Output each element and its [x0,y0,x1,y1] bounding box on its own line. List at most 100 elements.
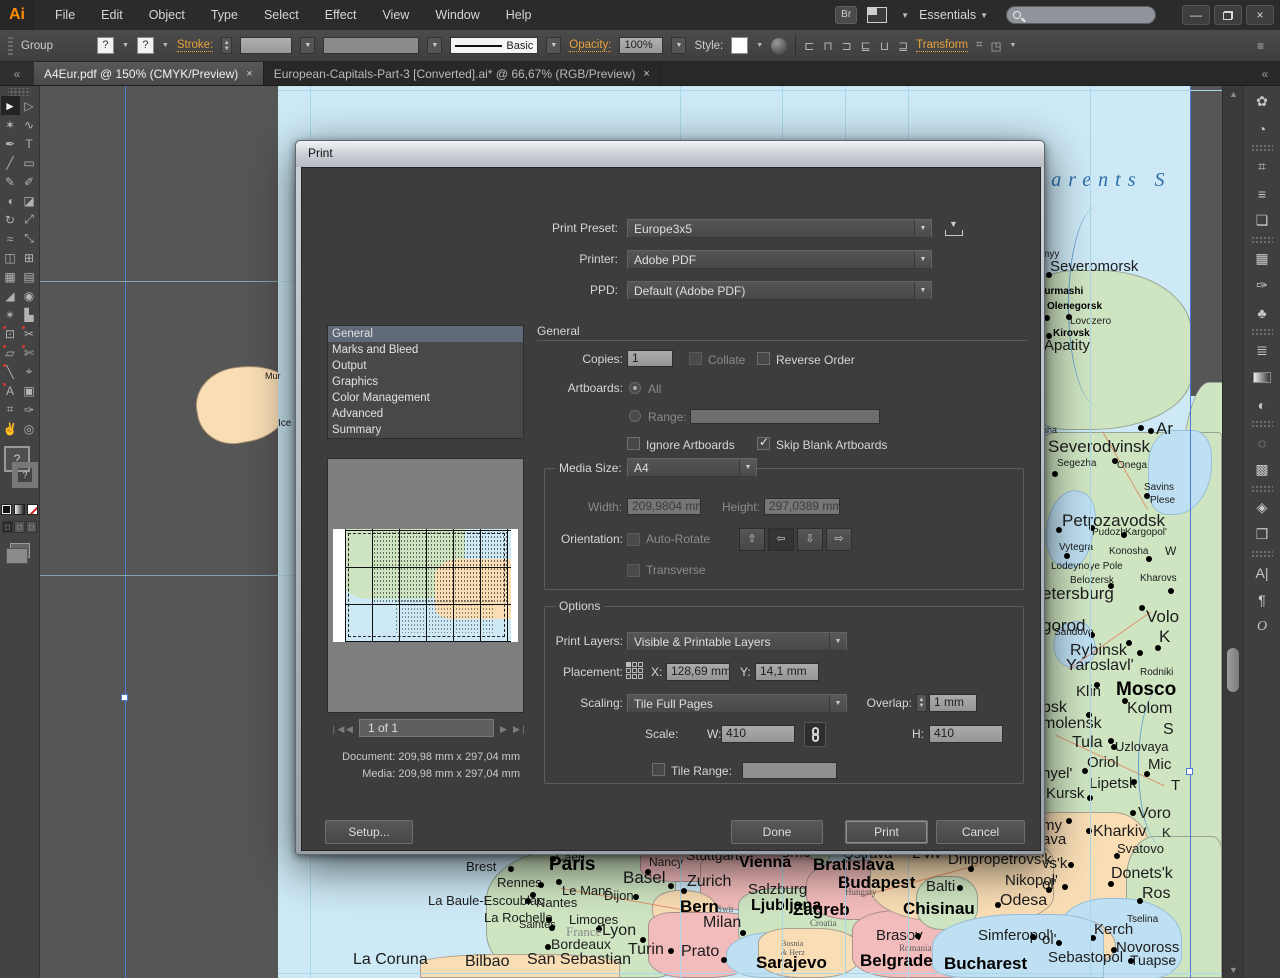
save-preset-icon[interactable] [944,219,964,237]
tool-blob-brush-tool[interactable]: ◖ [1,191,20,210]
menu-select[interactable]: Select [251,0,312,30]
tool-slice-tool[interactable]: ✂ [20,324,39,343]
ppd-dropdown[interactable]: Default (Adobe PDF)▼ [627,281,932,300]
scale-w-field[interactable]: 410 [721,725,795,743]
graphic-style-swatch[interactable] [731,37,748,54]
section-item-output[interactable]: Output [328,358,523,374]
swatches-panel-icon[interactable]: ▦ [1247,245,1277,272]
stroke-swatch[interactable]: ? [137,37,154,54]
appearance-panel-icon[interactable]: ◌ [1247,429,1277,456]
tile-range-field[interactable] [742,762,837,779]
collapse-panels-icon[interactable]: « [1250,62,1280,85]
stroke-weight-field[interactable] [240,37,292,54]
layers-panel-icon[interactable]: ◈ [1247,494,1277,521]
tool-eyedropper-tool[interactable]: ◢ [1,286,20,305]
range-field[interactable] [690,409,880,424]
tab-european-capitals[interactable]: European-Capitals-Part-3 [Converted].ai*… [264,62,661,85]
symbols-panel-icon[interactable]: ♣ [1247,299,1277,326]
workspace-switcher[interactable]: Essentials ▼ [919,8,988,22]
tile-range-checkbox[interactable] [652,763,665,776]
tool-rectangle-tool[interactable]: ▭ [20,153,39,172]
fill-swatch[interactable]: ? [97,37,114,54]
tool-knife-tool[interactable]: ╲ [1,362,20,381]
chevron-down-icon[interactable]: ▼ [162,42,169,49]
control-panel-menu-icon[interactable]: ≡ [1257,39,1272,53]
bridge-button[interactable]: Br [835,6,857,24]
tool-scale-tool[interactable]: ⤢ [20,210,39,229]
vertical-scrollbar[interactable]: ▲ ▼ [1222,86,1243,978]
draw-normal-button[interactable]: ◻ [2,521,13,533]
tool-crop-marks-tool[interactable]: ⌗ [1,400,20,419]
collate-checkbox[interactable] [689,352,702,365]
orientation-landscape-left-icon[interactable]: ⇦ [768,528,794,551]
stroke-weight-stepper[interactable]: ▲▼ [221,37,232,54]
tool-symbol-sprayer-tool[interactable]: ✴ [1,305,20,324]
copies-field[interactable]: 1 [627,350,673,367]
color-guide-panel-icon[interactable]: ◔ [1247,115,1277,142]
tool-width-tool[interactable]: ≈ [1,229,20,248]
align-top-icon[interactable]: ⊑ [861,39,871,53]
menu-view[interactable]: View [369,0,422,30]
setup-button[interactable]: Setup... [325,820,413,844]
tab-a4eur[interactable]: A4Eur.pdf @ 150% (CMYK/Preview) × [34,62,264,85]
scale-h-field[interactable]: 410 [929,725,1003,743]
tool-gradient-tool[interactable]: ▤ [20,267,39,286]
transform-panel-icon[interactable]: ⌗ [1247,153,1277,180]
print-preview[interactable] [327,458,524,713]
align-right-icon[interactable]: ⊐ [842,39,852,53]
isolate-icon[interactable]: ◳ [991,39,1002,53]
scrollbar-thumb[interactable] [1227,648,1239,692]
tool-perspective-grid-tool[interactable]: ⊞ [20,248,39,267]
orientation-portrait-up-icon[interactable]: ⇧ [739,528,765,551]
opacity-link[interactable]: Opacity: [569,39,611,52]
bounding-box-icon[interactable]: ⌗ [976,39,982,52]
restore-button[interactable] [1214,5,1242,25]
tool-eraser-tool[interactable]: ◪ [20,191,39,210]
tool-type-tool[interactable]: T [20,134,39,153]
tool-blend-tool[interactable]: ◉ [20,286,39,305]
media-size-dropdown[interactable]: A4▼ [627,458,757,477]
none-swatch-button[interactable] [27,504,38,515]
section-item-advanced[interactable]: Advanced [328,406,523,422]
tool-pencil-tool[interactable]: ✐ [20,172,39,191]
artboards-all-radio[interactable] [629,382,641,394]
app-logo[interactable]: Ai [0,0,34,30]
graphic-styles-panel-icon[interactable]: ▩ [1247,456,1277,483]
draw-inside-button[interactable]: ◻ [26,521,37,533]
chevron-down-icon[interactable]: ▼ [122,42,129,49]
menu-effect[interactable]: Effect [312,0,370,30]
transparency-panel-icon[interactable]: ◐ [1247,391,1277,418]
align-panel-icon[interactable]: ≡ [1247,180,1277,207]
close-tab-icon[interactable]: × [643,68,649,80]
style-combo[interactable]: Basic [450,37,538,54]
color-swatch-button[interactable] [1,504,12,515]
chevron-down-icon[interactable]: ▼ [427,37,442,54]
tool-type-on-path-tool[interactable]: A [1,381,20,400]
chevron-down-icon[interactable]: ▼ [546,37,561,54]
section-item-general[interactable]: General [328,326,523,342]
minimize-button[interactable]: — [1182,5,1210,25]
opacity-field[interactable]: 100% [619,37,663,54]
cancel-button[interactable]: Cancel [936,820,1025,844]
tool-scissors-tool[interactable]: ✄ [20,343,39,362]
reverse-order-checkbox[interactable] [757,352,770,365]
color-panel-icon[interactable]: ✿ [1247,88,1277,115]
transform-link[interactable]: Transform [916,39,968,52]
transverse-checkbox[interactable] [627,564,640,577]
section-item-graphics[interactable]: Graphics [328,374,523,390]
tool-paintbrush-tool[interactable]: ✎ [1,172,20,191]
tool-direct-selection-tool[interactable]: ▷ [20,96,39,115]
screen-mode-button[interactable] [10,543,30,558]
overlap-field[interactable]: 1 mm [929,694,977,712]
gradient-swatch-button[interactable] [14,504,25,515]
tool-shear-tool[interactable]: ▱ [1,343,20,362]
menu-object[interactable]: Object [136,0,198,30]
orientation-portrait-down-icon[interactable]: ⇩ [797,528,823,551]
section-item-color-management[interactable]: Color Management [328,390,523,406]
tool-artboard-tool[interactable]: ⊡ [1,324,20,343]
prev-page-icon[interactable]: ◀ [346,724,353,735]
x-field[interactable]: 128,69 mm [666,663,730,681]
brush-definition-field[interactable] [323,37,419,54]
first-page-icon[interactable]: ❘◀ [330,724,344,735]
printer-dropdown[interactable]: Adobe PDF▼ [627,250,932,269]
